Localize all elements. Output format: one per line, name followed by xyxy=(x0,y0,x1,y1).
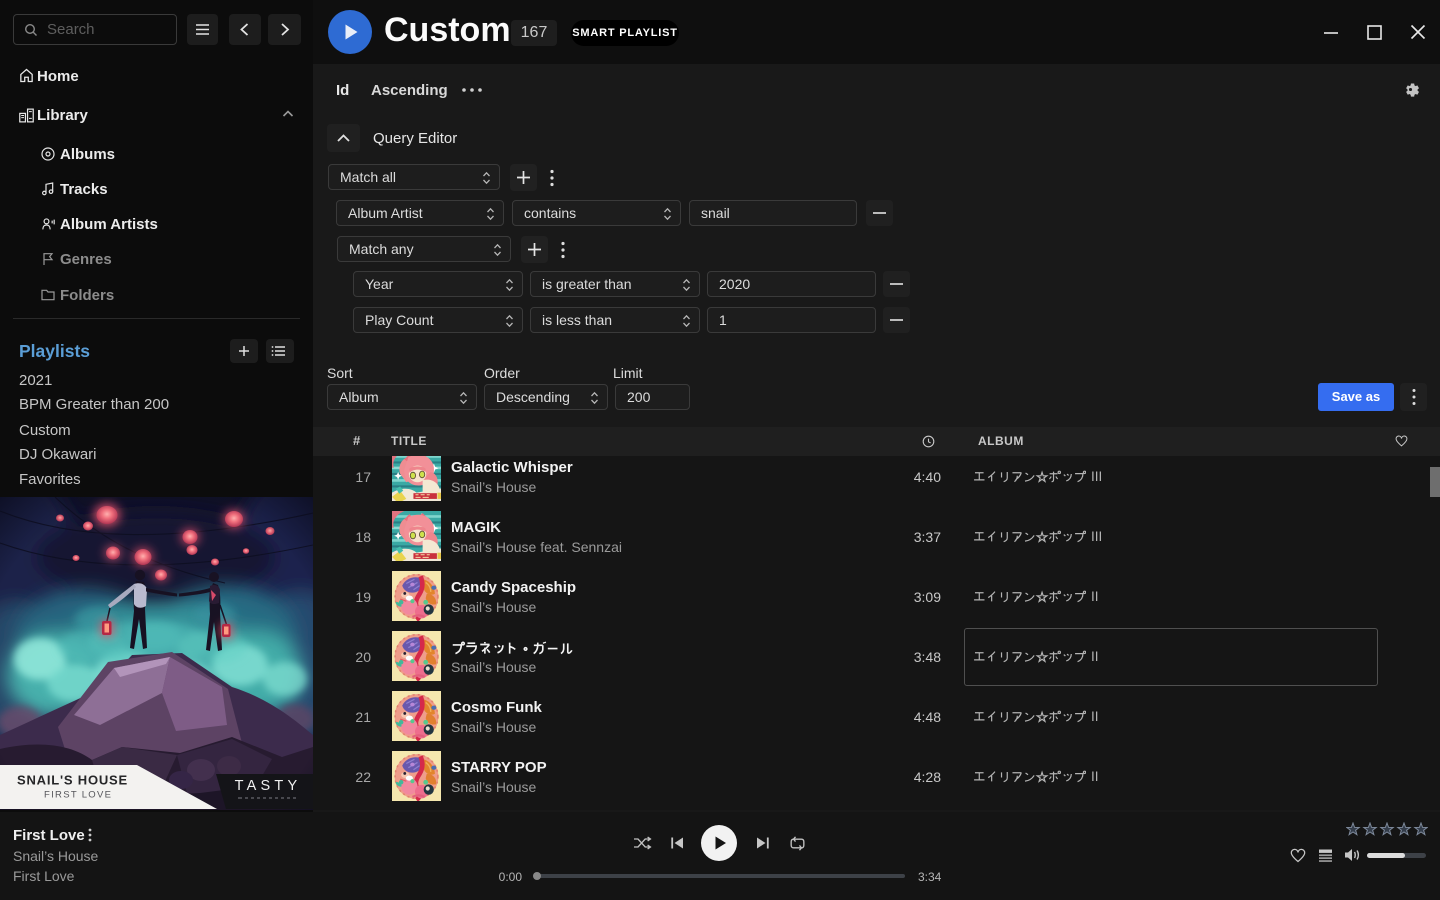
svg-text:TASTY: TASTY xyxy=(235,778,302,794)
svg-text:SNAIL'S HOUSE: SNAIL'S HOUSE xyxy=(17,773,128,788)
svg-text:FIRST LOVE: FIRST LOVE xyxy=(44,790,112,801)
